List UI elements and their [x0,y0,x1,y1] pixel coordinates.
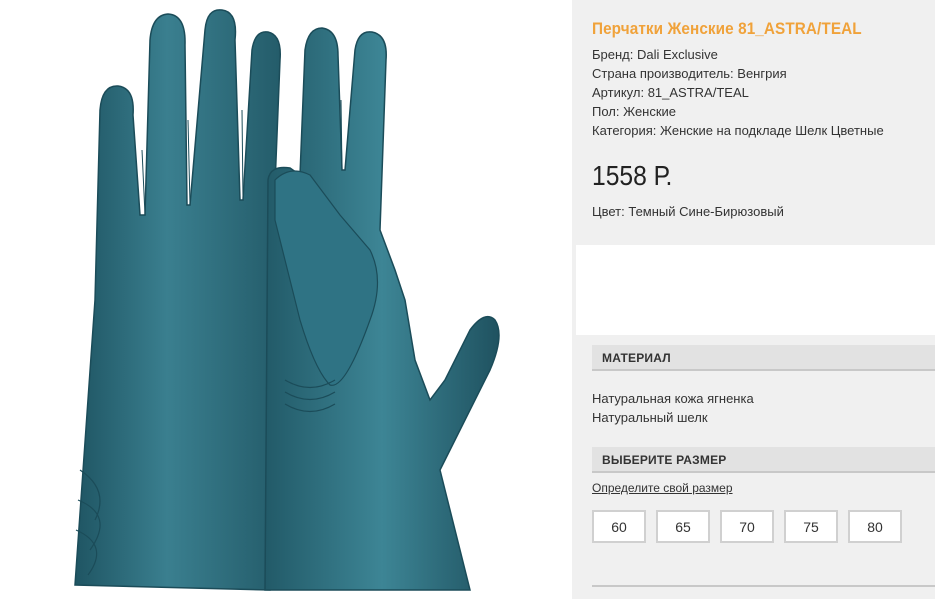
attr-brand: Бренд: Dali Exclusive [592,47,718,62]
product-image [0,0,572,599]
product-price: 1558 Р. [592,160,673,191]
size-option-60[interactable]: 60 [592,510,646,543]
size-option-80[interactable]: 80 [848,510,902,543]
size-option-65[interactable]: 65 [656,510,710,543]
size-option-75[interactable]: 75 [784,510,838,543]
product-info-panel: Перчатки Женские 81_ASTRA/TEAL Бренд: Da… [572,0,935,599]
size-options: 60 65 70 75 80 [592,510,902,543]
attr-gender: Пол: Женские [592,104,677,119]
material-item: Натуральная кожа ягненка [592,391,754,406]
attr-sku: Артикул: 81_ASTRA/TEAL [592,85,749,100]
product-page: Перчатки Женские 81_ASTRA/TEAL Бренд: Da… [0,0,935,599]
divider [592,585,935,587]
product-title: Перчатки Женские 81_ASTRA/TEAL [592,19,862,38]
attr-country: Страна производитель: Венгрия [592,66,787,81]
size-guide-link[interactable]: Определите свой размер [592,481,733,495]
size-option-70[interactable]: 70 [720,510,774,543]
material-header: МАТЕРИАЛ [592,345,935,371]
material-header-label: МАТЕРИАЛ [602,351,671,365]
size-header: ВЫБЕРИТЕ РАЗМЕР [592,447,935,473]
attr-category: Категория: Женские на подкладе Шелк Цвет… [592,123,884,138]
size-header-label: ВЫБЕРИТЕ РАЗМЕР [602,453,727,467]
product-color: Цвет: Темный Сине-Бирюзовый [592,204,784,219]
material-list: Натуральная кожа ягненка Натуральный шел… [592,389,754,427]
empty-block [576,245,935,335]
gloves-illustration [74,9,500,591]
product-attributes: Бренд: Dali Exclusive Страна производите… [592,45,884,140]
material-item: Натуральный шелк [592,410,708,425]
